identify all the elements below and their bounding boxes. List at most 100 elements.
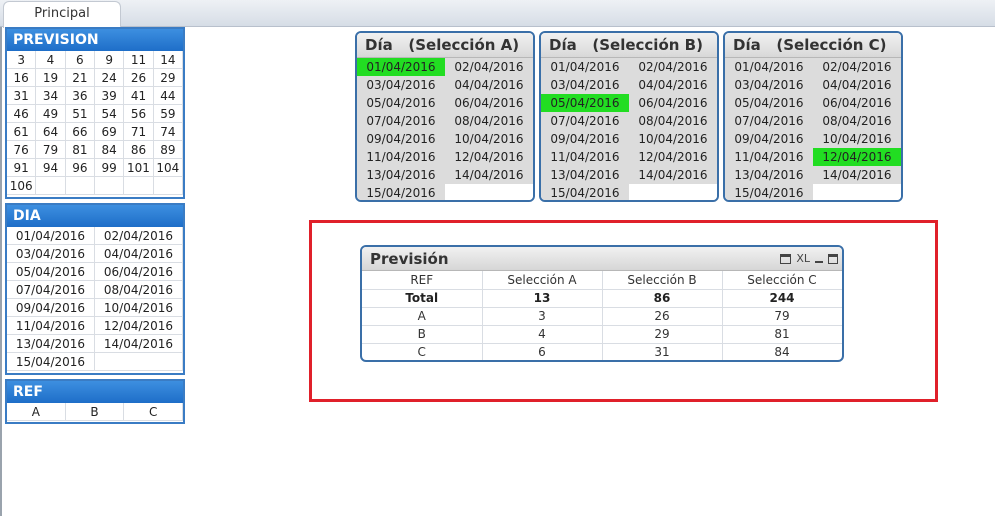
prevision-listbox-value[interactable]: 99 [95, 159, 125, 177]
prevision-listbox-value[interactable]: 21 [65, 69, 95, 87]
prevision-listbox-value[interactable]: 36 [65, 87, 95, 105]
date-option[interactable]: 02/04/2016 [813, 58, 901, 76]
date-option[interactable]: 03/04/2016 [725, 76, 813, 94]
date-option[interactable]: 07/04/2016 [541, 112, 629, 130]
dia-listbox-value[interactable]: 12/04/2016 [95, 317, 183, 335]
column-header-ref[interactable]: REF [362, 271, 483, 290]
dia-listbox-value[interactable]: 09/04/2016 [7, 299, 95, 317]
prevision-listbox-value[interactable]: 59 [153, 105, 183, 123]
date-option[interactable]: 15/04/2016 [357, 184, 445, 200]
date-option[interactable]: 14/04/2016 [813, 166, 901, 184]
prevision-listbox-value[interactable]: 31 [7, 87, 37, 105]
dia-seleccion-c-title[interactable]: Día (Selección C) [725, 33, 901, 58]
dia-listbox-value[interactable]: 15/04/2016 [7, 353, 95, 371]
date-option[interactable]: 11/04/2016 [357, 148, 445, 166]
prevision-listbox-value[interactable]: 51 [65, 105, 95, 123]
date-option[interactable]: 04/04/2016 [813, 76, 901, 94]
dia-listbox-value[interactable]: 08/04/2016 [95, 281, 183, 299]
prevision-listbox-value[interactable]: 6 [65, 51, 95, 69]
date-option[interactable]: 09/04/2016 [541, 130, 629, 148]
prevision-listbox-value[interactable]: 61 [7, 123, 37, 141]
prevision-listbox-value[interactable]: 81 [65, 141, 95, 159]
prevision-listbox-value[interactable]: 14 [153, 51, 183, 69]
dia-listbox-value[interactable]: 02/04/2016 [95, 227, 183, 245]
prevision-listbox-value[interactable]: 74 [153, 123, 183, 141]
row-ref[interactable]: B [362, 325, 483, 344]
prevision-listbox-value[interactable]: 89 [153, 141, 183, 159]
prevision-listbox-value[interactable]: 106 [7, 177, 37, 195]
date-option[interactable]: 08/04/2016 [445, 112, 533, 130]
prevision-listbox-value[interactable]: 29 [153, 69, 183, 87]
tab-principal[interactable]: Principal [3, 1, 121, 28]
prevision-listbox-value[interactable]: 94 [36, 159, 66, 177]
ref-listbox-value[interactable]: C [124, 403, 183, 421]
date-option[interactable]: 12/04/2016 [629, 148, 717, 166]
dia-listbox-value[interactable]: 14/04/2016 [95, 335, 183, 353]
date-option[interactable]: 08/04/2016 [629, 112, 717, 130]
prevision-table-caption[interactable]: Previsión XL [362, 247, 842, 271]
date-option[interactable]: 13/04/2016 [357, 166, 445, 184]
date-option[interactable]: 03/04/2016 [541, 76, 629, 94]
prevision-listbox-value[interactable]: 54 [95, 105, 125, 123]
prevision-listbox-value[interactable]: 44 [153, 87, 183, 105]
date-option[interactable]: 09/04/2016 [357, 130, 445, 148]
row-ref[interactable]: A [362, 307, 483, 326]
date-option[interactable]: 06/04/2016 [813, 94, 901, 112]
prevision-listbox-value[interactable]: 66 [65, 123, 95, 141]
row-ref[interactable]: C [362, 343, 483, 360]
prevision-listbox-value[interactable]: 49 [36, 105, 66, 123]
dia-listbox-title[interactable]: DIA [7, 205, 183, 227]
prevision-listbox-value[interactable]: 9 [95, 51, 125, 69]
column-header-seleccion-b[interactable]: Selección B [602, 271, 723, 290]
date-option[interactable]: 15/04/2016 [725, 184, 813, 200]
prevision-listbox-value[interactable]: 76 [7, 141, 37, 159]
date-option[interactable]: 06/04/2016 [629, 94, 717, 112]
prevision-listbox-value[interactable]: 39 [95, 87, 125, 105]
prevision-listbox-value[interactable]: 34 [36, 87, 66, 105]
date-option[interactable]: 01/04/2016 [357, 58, 445, 76]
date-option[interactable]: 02/04/2016 [629, 58, 717, 76]
date-option[interactable]: 10/04/2016 [445, 130, 533, 148]
ref-listbox-value[interactable]: B [65, 403, 125, 421]
date-option[interactable]: 14/04/2016 [445, 166, 533, 184]
date-option[interactable]: 03/04/2016 [357, 76, 445, 94]
date-option[interactable]: 13/04/2016 [541, 166, 629, 184]
ref-listbox-value[interactable]: A [7, 403, 66, 421]
print-icon[interactable] [780, 254, 792, 264]
dia-listbox-value[interactable]: 04/04/2016 [95, 245, 183, 263]
date-option[interactable]: 11/04/2016 [541, 148, 629, 166]
dia-listbox-value[interactable]: 06/04/2016 [95, 263, 183, 281]
xl-export-icon[interactable]: XL [796, 247, 810, 271]
prevision-listbox-value[interactable]: 96 [65, 159, 95, 177]
date-option[interactable]: 09/04/2016 [725, 130, 813, 148]
date-option[interactable]: 10/04/2016 [629, 130, 717, 148]
prevision-listbox-value[interactable]: 26 [124, 69, 154, 87]
column-header-seleccion-c[interactable]: Selección C [722, 271, 842, 290]
prevision-listbox-value[interactable]: 24 [95, 69, 125, 87]
prevision-listbox-value[interactable]: 71 [124, 123, 154, 141]
dia-listbox-value[interactable]: 03/04/2016 [7, 245, 95, 263]
prevision-listbox-value[interactable]: 84 [95, 141, 125, 159]
date-option[interactable]: 13/04/2016 [725, 166, 813, 184]
date-option[interactable]: 08/04/2016 [813, 112, 901, 130]
dia-listbox-value[interactable]: 13/04/2016 [7, 335, 95, 353]
ref-listbox-title[interactable]: REF [7, 381, 183, 403]
prevision-listbox-value[interactable]: 41 [124, 87, 154, 105]
prevision-listbox-value[interactable]: 64 [36, 123, 66, 141]
prevision-listbox-value[interactable]: 69 [95, 123, 125, 141]
prevision-listbox-value[interactable]: 101 [124, 159, 154, 177]
dia-listbox-value[interactable]: 07/04/2016 [7, 281, 95, 299]
date-option[interactable]: 15/04/2016 [541, 184, 629, 200]
date-option[interactable]: 01/04/2016 [725, 58, 813, 76]
minimize-icon[interactable] [815, 261, 823, 263]
prevision-listbox-value[interactable]: 19 [36, 69, 66, 87]
date-option[interactable]: 12/04/2016 [813, 148, 901, 166]
date-option[interactable]: 05/04/2016 [725, 94, 813, 112]
prevision-listbox-value[interactable]: 91 [7, 159, 37, 177]
prevision-listbox-value[interactable]: 16 [7, 69, 37, 87]
dia-listbox-value[interactable]: 10/04/2016 [95, 299, 183, 317]
prevision-listbox-value[interactable]: 86 [124, 141, 154, 159]
date-option[interactable]: 01/04/2016 [541, 58, 629, 76]
prevision-listbox-value[interactable]: 46 [7, 105, 37, 123]
prevision-listbox-title[interactable]: PREVISION [7, 29, 183, 51]
